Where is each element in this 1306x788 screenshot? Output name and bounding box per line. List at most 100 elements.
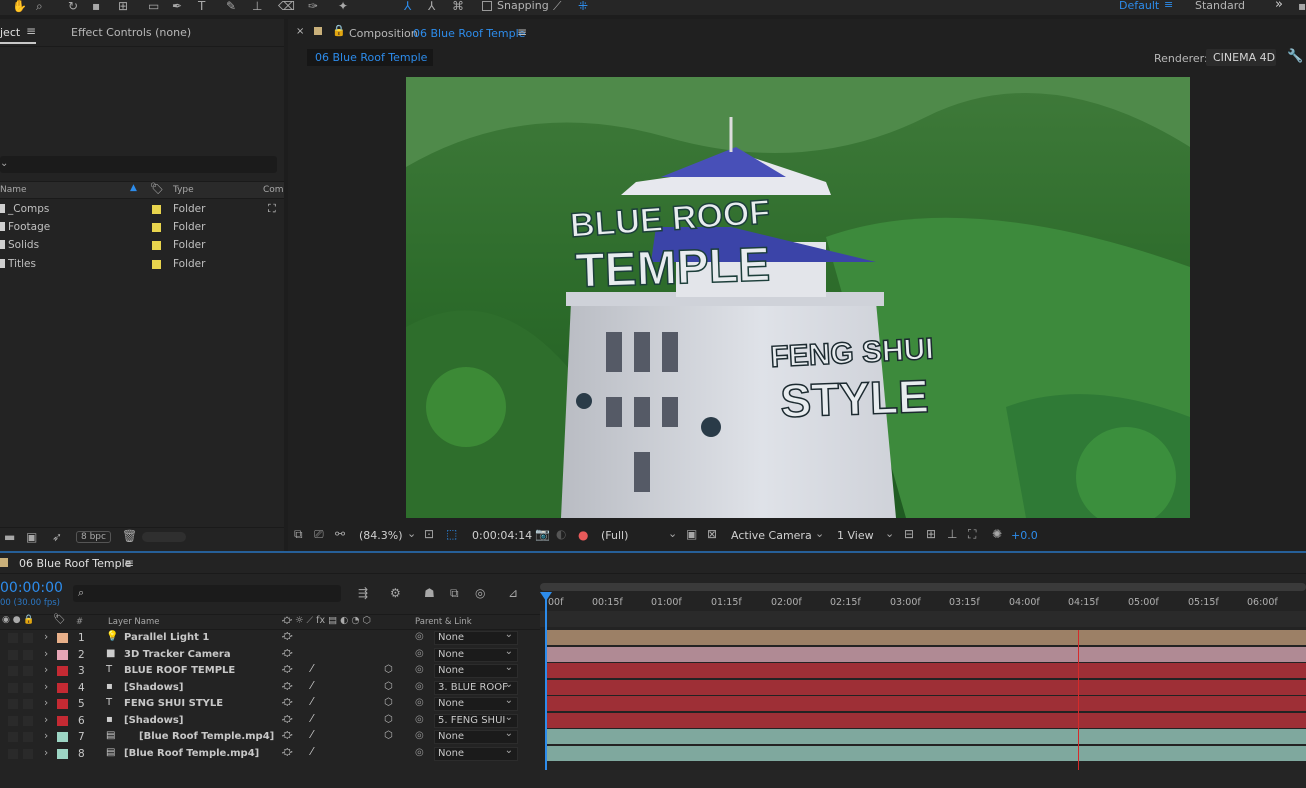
comp-breadcrumb[interactable]: 06 Blue Roof Temple	[315, 51, 427, 64]
column-comment[interactable]: Com	[263, 185, 284, 195]
draft-3d-icon[interactable]: ⚙	[390, 587, 401, 599]
axis-local-icon[interactable]: ⅄	[404, 0, 411, 12]
comp-menu-icon[interactable]: ≡	[517, 25, 527, 39]
current-time-display[interactable]: 0:00:04:14	[472, 529, 532, 542]
column-name[interactable]: Name	[0, 185, 27, 195]
vr-view-icon[interactable]: ⎚	[314, 528, 324, 540]
thumbnail-slider[interactable]	[142, 532, 186, 542]
transparency-grid-icon[interactable]: ⊠	[707, 528, 717, 540]
chevron-down-icon[interactable]: ⌄	[885, 527, 894, 540]
workspace-standard[interactable]: Standard	[1195, 0, 1245, 12]
comp-title-name[interactable]: 06 Blue Roof Temple	[413, 27, 525, 40]
resolution-dropdown[interactable]: (Full)	[601, 529, 628, 542]
layer-label-swatch[interactable]	[57, 732, 68, 742]
grid-guide-icon[interactable]: ⊡	[424, 528, 434, 540]
3d-layer-icon[interactable]: ⬡	[384, 730, 393, 741]
parent-dropdown[interactable]: None	[434, 662, 518, 678]
pen-tool-icon[interactable]: ✒	[172, 0, 182, 12]
reset-exposure-icon[interactable]: ✺	[992, 528, 1002, 540]
layer-duration-bar[interactable]	[547, 696, 1306, 711]
video-switch[interactable]	[8, 715, 18, 726]
shape-tool-icon[interactable]: ▭	[148, 0, 159, 12]
flowchart-icon[interactable]: ⛶	[968, 528, 976, 540]
layer-duration-bar[interactable]	[547, 646, 1306, 662]
layer-label-swatch[interactable]	[57, 666, 68, 676]
wrench-icon[interactable]: 🔧	[1287, 49, 1303, 64]
layer-name[interactable]: BLUE ROOF TEMPLE	[124, 665, 235, 676]
tab-effect-controls[interactable]: Effect Controls (none)	[71, 26, 191, 39]
snap-grid-icon[interactable]: ⁜	[578, 0, 588, 12]
video-switch[interactable]	[8, 748, 18, 759]
shy-switch-icon[interactable]: ⛮	[282, 631, 293, 642]
project-menu-icon[interactable]: ≡	[26, 24, 36, 38]
camera-tool-icon[interactable]: ▪	[92, 0, 100, 12]
view-layout-dropdown[interactable]: 1 View	[837, 529, 874, 542]
video-switch[interactable]	[8, 633, 18, 643]
layer-row[interactable]: › 8 ▤ [Blue Roof Temple.mp4] ⛮ ⁄ ◎ None	[0, 745, 540, 762]
quality-switch-icon[interactable]: ⁄	[311, 713, 313, 725]
puppet-tool-icon[interactable]: ✦	[338, 0, 348, 12]
layer-name[interactable]: [Blue Roof Temple.mp4]	[139, 731, 274, 742]
layer-label-swatch[interactable]	[57, 682, 68, 693]
bit-depth-button[interactable]: 8 bpc	[76, 531, 111, 543]
quality-switch-icon[interactable]: ⁄	[311, 680, 313, 692]
graph-editor-icon[interactable]: ⊿	[508, 587, 518, 599]
layer-row[interactable]: › 7 ▤ [Blue Roof Temple.mp4] ⛮ ⁄ ⬡ ◎ None	[0, 728, 540, 745]
layer-name[interactable]: [Shadows]	[124, 682, 183, 693]
solo-switch[interactable]	[23, 633, 33, 643]
project-item[interactable]: Titles Folder	[0, 256, 284, 274]
brush-tool-icon[interactable]: ✎	[226, 0, 236, 12]
video-switch[interactable]	[8, 699, 18, 709]
video-switch[interactable]	[8, 732, 18, 742]
tab-project[interactable]: ject	[0, 26, 20, 39]
3d-layer-icon[interactable]: ⬡	[384, 697, 393, 708]
fast-previews-icon[interactable]: ⊞	[926, 528, 936, 540]
mask-visibility-icon[interactable]: ⬚	[446, 528, 457, 540]
layer-name[interactable]: FENG SHUI STYLE	[124, 698, 223, 709]
layer-name[interactable]: 3D Tracker Camera	[124, 649, 231, 660]
solo-switch[interactable]	[23, 682, 33, 693]
column-layer-name[interactable]: Layer Name	[108, 617, 159, 627]
chevron-right-icon[interactable]: ›	[44, 747, 48, 759]
3d-layer-icon[interactable]: ⬡	[384, 714, 393, 725]
layer-row[interactable]: › 2 ■ 3D Tracker Camera ⛮ ◎ None	[0, 646, 540, 663]
roto-brush-tool-icon[interactable]: ✑	[308, 0, 318, 12]
project-item[interactable]: Footage Folder	[0, 219, 284, 237]
layer-row[interactable]: › 5 T FENG SHUI STYLE ⛮ ⁄ ⬡ ◎ None	[0, 695, 540, 712]
eraser-tool-icon[interactable]: ⌫	[278, 0, 295, 12]
label-column-icon[interactable]: 🏷	[53, 614, 66, 625]
parent-dropdown[interactable]: None	[434, 728, 518, 744]
video-switch[interactable]	[8, 666, 18, 676]
render-queue-icon[interactable]: ➶	[52, 531, 62, 543]
solo-switch[interactable]	[23, 748, 33, 759]
pickwhip-icon[interactable]: ◎	[415, 730, 424, 741]
layer-label-swatch[interactable]	[57, 649, 68, 660]
layer-row[interactable]: › 6 ▪ [Shadows] ⛮ ⁄ ⬡ ◎ 5. FENG SHUI	[0, 712, 540, 729]
video-switch[interactable]	[8, 649, 18, 660]
layer-duration-bar[interactable]	[547, 745, 1306, 761]
pickwhip-icon[interactable]: ◎	[415, 681, 424, 692]
chevron-down-icon[interactable]: ⌄	[407, 527, 416, 540]
clone-stamp-tool-icon[interactable]: ⊥	[252, 0, 262, 12]
pickwhip-icon[interactable]: ◎	[415, 714, 424, 725]
parent-dropdown[interactable]: None	[434, 695, 518, 711]
pickwhip-icon[interactable]: ◎	[415, 648, 424, 659]
chevron-down-icon[interactable]: ⌄	[668, 527, 677, 540]
layer-duration-bar[interactable]	[547, 729, 1306, 744]
shy-switch-icon[interactable]: ⛮	[282, 697, 293, 708]
playhead-handle[interactable]	[540, 592, 552, 601]
column-type[interactable]: Type	[173, 185, 194, 195]
always-preview-icon[interactable]: ⧉	[294, 528, 303, 540]
layer-duration-bar[interactable]	[547, 630, 1306, 645]
timeline-tab[interactable]: 06 Blue Roof Temple	[19, 557, 131, 570]
shy-switch-icon[interactable]: ⛮	[282, 747, 293, 758]
shy-switch-icon[interactable]: ⛮	[282, 681, 293, 692]
new-folder-icon[interactable]: ▬	[4, 531, 15, 543]
layer-row[interactable]: › 1 💡 Parallel Light 1 ⛮ ◎ None	[0, 629, 540, 646]
pickwhip-icon[interactable]: ◎	[415, 697, 424, 708]
layer-duration-bar[interactable]	[547, 712, 1306, 728]
project-item[interactable]: _Comps Folder ⛶	[0, 201, 284, 219]
timeline-menu-icon[interactable]: ≡	[124, 556, 134, 570]
solo-switch[interactable]	[23, 732, 33, 742]
type-tool-icon[interactable]: T	[198, 0, 205, 12]
